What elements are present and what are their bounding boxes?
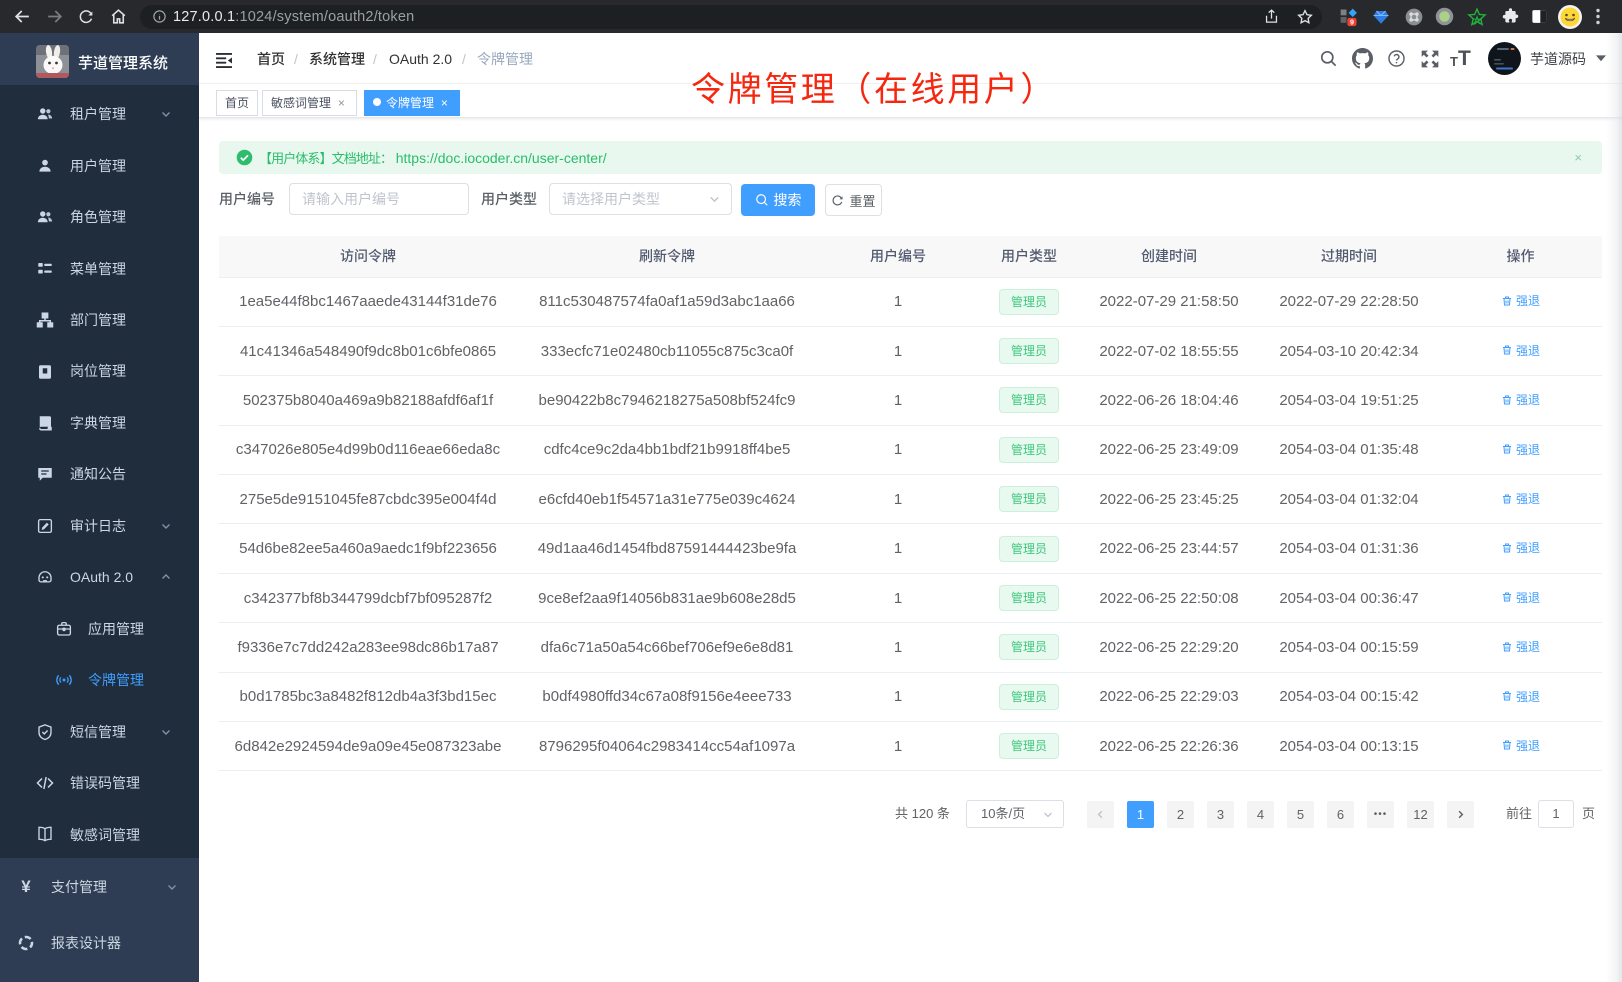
svg-text:9: 9 — [1350, 18, 1354, 26]
